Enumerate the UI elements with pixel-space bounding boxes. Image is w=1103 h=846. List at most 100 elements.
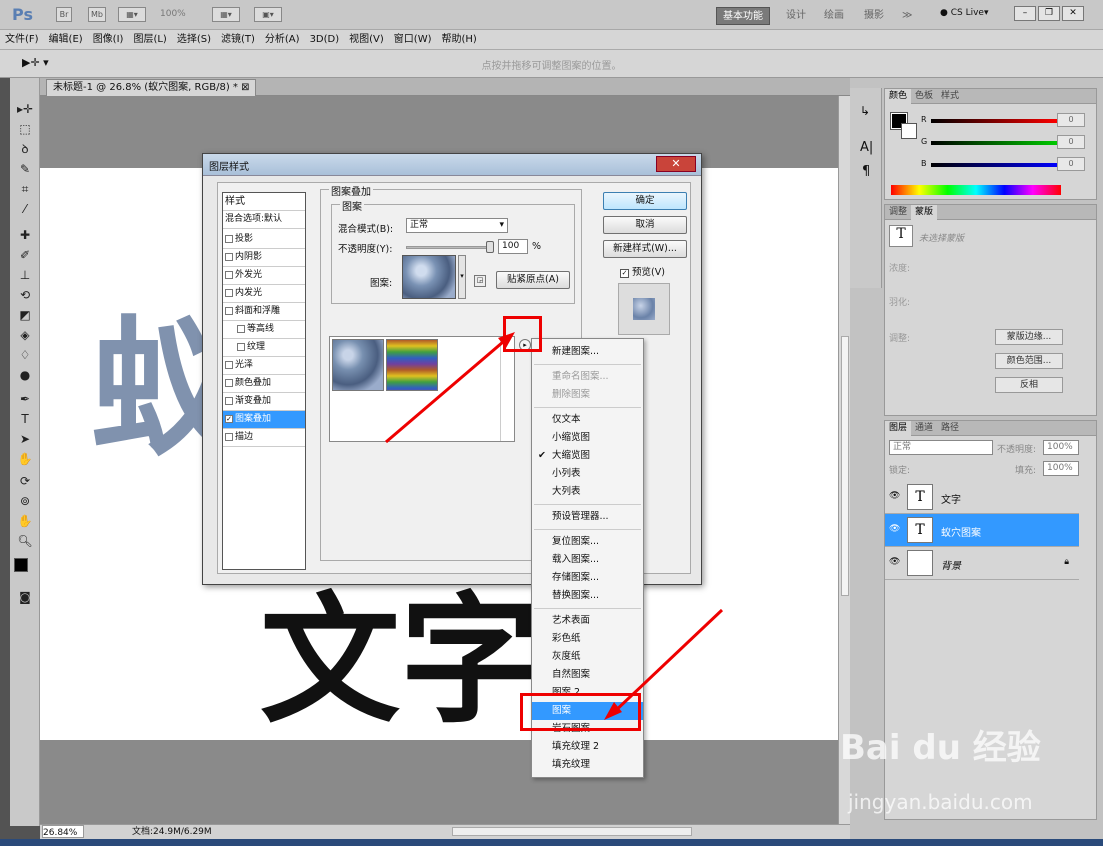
healing-brush-icon[interactable]: ✚ xyxy=(16,226,34,244)
red-track[interactable] xyxy=(931,119,1059,123)
style-outer-glow[interactable]: 外发光 xyxy=(223,267,305,285)
character-panel-icon[interactable]: A| xyxy=(860,140,873,155)
close-window-icon[interactable]: ✕ xyxy=(1062,6,1084,21)
lasso-tool-icon[interactable]: ꝺ xyxy=(16,140,34,158)
hand-tool-icon[interactable]: ✋ xyxy=(16,512,34,530)
checkbox[interactable] xyxy=(225,378,233,387)
view-extras-icon[interactable]: ▦▾ xyxy=(118,7,146,22)
style-gradient-overlay[interactable]: 渐变叠加 xyxy=(223,393,305,411)
checkbox[interactable] xyxy=(225,252,233,261)
menu-item[interactable]: 替换图案... xyxy=(532,587,643,605)
cs-live-button[interactable]: ● CS Live▾ xyxy=(940,8,988,18)
menu-edit[interactable]: 编辑(E) xyxy=(44,30,88,49)
menu-item[interactable]: 彩色纸 xyxy=(532,630,643,648)
green-track[interactable] xyxy=(931,141,1059,145)
snap-origin-button[interactable]: 贴紧原点(A) xyxy=(496,271,570,289)
history-panel-icon[interactable]: ↳ xyxy=(860,104,870,118)
marquee-tool-icon[interactable]: ⬚ xyxy=(16,120,34,138)
dodge-tool-icon[interactable]: ● xyxy=(16,366,34,384)
ok-button[interactable]: 确定 xyxy=(603,192,687,210)
checkbox[interactable] xyxy=(225,234,233,243)
menu-item[interactable]: 填充纹理 xyxy=(532,756,643,774)
document-tab[interactable]: 未标题-1 @ 26.8% (蚁穴图案, RGB/8) * ⊠ xyxy=(46,79,257,96)
cancel-button[interactable]: 取消 xyxy=(603,216,687,234)
menu-help[interactable]: 帮助(H) xyxy=(437,30,482,49)
checkbox[interactable] xyxy=(225,270,233,279)
tab-channels[interactable]: 通道 xyxy=(911,421,937,436)
arrange-docs-icon[interactable]: ▦▾ xyxy=(212,7,240,22)
scrollbar-thumb[interactable] xyxy=(841,336,849,596)
menu-item[interactable]: 艺术表面 xyxy=(532,612,643,630)
menu-item[interactable]: ✔ 大缩览图 xyxy=(532,447,643,465)
zoom-tool-icon[interactable]: 🔍︎ xyxy=(16,532,34,550)
brush-tool-icon[interactable]: ✐ xyxy=(16,246,34,264)
visibility-eye-icon[interactable]: 👁︎ xyxy=(889,524,900,534)
menu-item[interactable]: 仅文本 xyxy=(532,411,643,429)
pattern-dropdown-icon[interactable]: ▾ xyxy=(458,255,466,299)
layer-row-text[interactable]: 👁︎ T 文字 xyxy=(885,481,1079,514)
checkbox[interactable] xyxy=(237,324,245,333)
style-inner-glow[interactable]: 内发光 xyxy=(223,285,305,303)
status-zoom[interactable]: 26.84% xyxy=(42,825,84,838)
menu-3d[interactable]: 3D(D) xyxy=(305,30,345,49)
foreground-color-swatch[interactable] xyxy=(14,558,28,572)
shape-tool-icon[interactable]: ✋ xyxy=(16,450,34,468)
bridge-icon[interactable]: Br xyxy=(56,7,72,22)
3d-rotate-icon[interactable]: ⟳ xyxy=(16,472,34,490)
checkbox-checked[interactable]: ✓ xyxy=(225,414,233,423)
red-slider[interactable]: R0 xyxy=(921,113,1085,127)
layer-blend-select[interactable]: 正常 xyxy=(889,440,993,455)
new-preset-icon[interactable]: ◲ xyxy=(474,275,486,287)
menu-file[interactable]: 文件(F) xyxy=(0,30,44,49)
menu-view[interactable]: 视图(V) xyxy=(344,30,389,49)
menu-analysis[interactable]: 分析(A) xyxy=(260,30,305,49)
screen-mode-icon[interactable]: ▣▾ xyxy=(254,7,282,22)
menu-window[interactable]: 窗口(W) xyxy=(389,30,437,49)
menu-item[interactable]: 自然图案 xyxy=(532,666,643,684)
menu-filter[interactable]: 滤镜(T) xyxy=(216,30,260,49)
tab-adjustments[interactable]: 调整 xyxy=(885,205,911,220)
blue-track[interactable] xyxy=(931,163,1059,167)
color-range-button[interactable]: 颜色范围... xyxy=(995,353,1063,369)
mask-edge-button[interactable]: 蒙版边缘... xyxy=(995,329,1063,345)
style-inner-shadow[interactable]: 内阴影 xyxy=(223,249,305,267)
menu-item[interactable]: 复位图案... xyxy=(532,533,643,551)
tab-masks[interactable]: 蒙版 xyxy=(911,205,938,220)
workspace-more[interactable]: ≫ xyxy=(896,7,918,25)
tab-color[interactable]: 颜色 xyxy=(885,89,912,104)
horizontal-scrollbar[interactable] xyxy=(452,827,692,836)
path-select-icon[interactable]: ➤ xyxy=(16,430,34,448)
quick-mask-icon[interactable]: ◙ xyxy=(16,588,34,606)
green-slider[interactable]: G0 xyxy=(921,135,1085,149)
close-tab-icon[interactable]: ⊠ xyxy=(241,82,249,93)
opacity-slider-thumb[interactable] xyxy=(486,241,494,253)
blur-tool-icon[interactable]: ♢ xyxy=(16,346,34,364)
layer-row-background[interactable]: 👁︎ 背景 🔒︎ xyxy=(885,547,1079,580)
paragraph-panel-icon[interactable]: ¶ xyxy=(862,164,870,179)
workspace-photography[interactable]: 摄影 xyxy=(858,7,890,25)
type-tool-icon[interactable]: T xyxy=(16,410,34,428)
preview-checkbox[interactable]: ✓ 预览(V) xyxy=(620,264,665,278)
menu-item[interactable]: 存储图案... xyxy=(532,569,643,587)
menu-item[interactable]: 大列表 xyxy=(532,483,643,501)
eyedropper-icon[interactable]: ⁄ xyxy=(16,200,34,218)
menu-layer[interactable]: 图层(L) xyxy=(128,30,171,49)
style-texture[interactable]: 纹理 xyxy=(223,339,305,357)
workspace-design[interactable]: 设计 xyxy=(780,7,812,25)
canvas-vertical-scrollbar[interactable] xyxy=(838,96,850,824)
menu-item[interactable]: 小列表 xyxy=(532,465,643,483)
restore-icon[interactable]: ❐ xyxy=(1038,6,1060,21)
menu-item[interactable]: 载入图案... xyxy=(532,551,643,569)
workspace-painting[interactable]: 绘画 xyxy=(818,7,850,25)
opacity-slider[interactable] xyxy=(406,246,494,249)
minibridge-icon[interactable]: Mb xyxy=(88,7,106,22)
layer-row-pattern[interactable]: 👁︎ T 蚁穴图案 xyxy=(885,514,1079,547)
checkbox[interactable] xyxy=(225,306,233,315)
checkbox[interactable] xyxy=(225,360,233,369)
dialog-titlebar[interactable]: 图层样式 ✕ xyxy=(203,154,701,176)
style-pattern-overlay[interactable]: ✓ 图案叠加 xyxy=(223,411,305,429)
checkbox[interactable] xyxy=(225,432,233,441)
eraser-icon[interactable]: ◩ xyxy=(16,306,34,324)
pen-tool-icon[interactable]: ✒ xyxy=(16,390,34,408)
opacity-input[interactable]: 100 xyxy=(498,239,528,254)
